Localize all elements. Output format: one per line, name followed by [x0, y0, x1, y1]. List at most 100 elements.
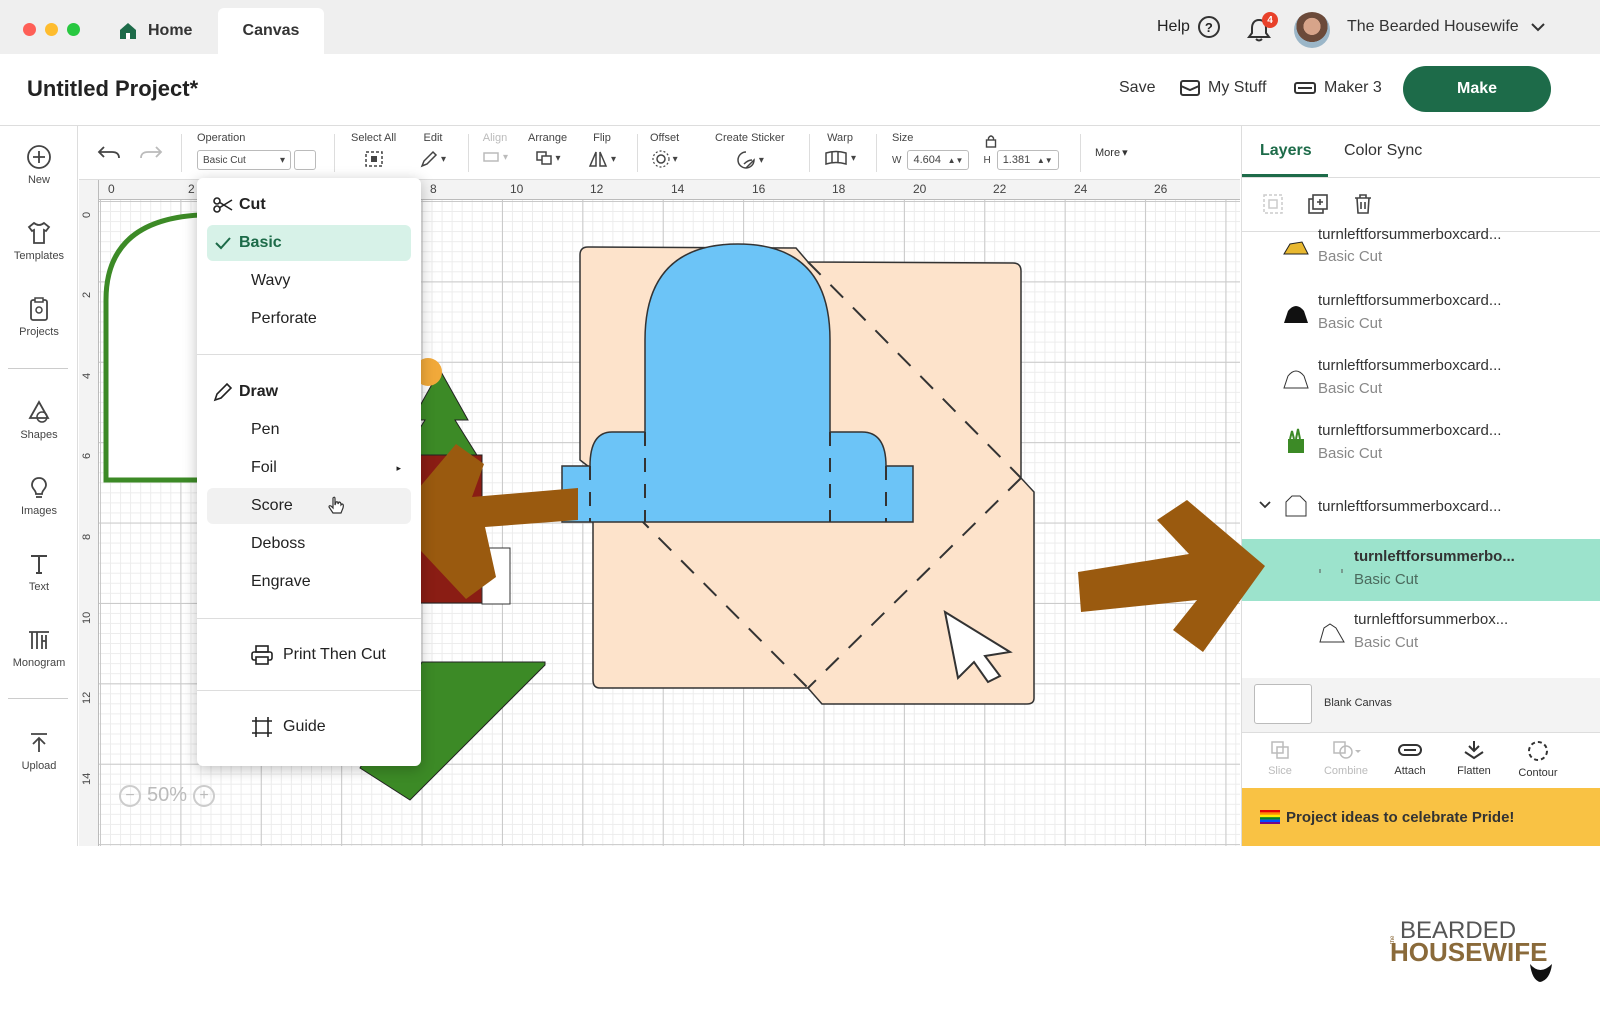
sidebar-item-monogram[interactable]: Monogram	[0, 627, 78, 669]
menu-item-label: Pen	[251, 421, 280, 438]
menu-item-print-then-cut[interactable]: Print Then Cut	[207, 637, 411, 673]
contour-label: Contour	[1518, 767, 1558, 779]
zoom-out-button[interactable]: −	[119, 784, 141, 807]
align-label: Align	[482, 132, 508, 144]
combine-button[interactable]: Combine	[1314, 739, 1378, 777]
menu-item-deboss[interactable]: Deboss	[207, 526, 411, 562]
width-label: W	[892, 154, 902, 166]
save-button[interactable]: Save	[1119, 79, 1155, 97]
flip-button[interactable]: Flip ▾	[588, 132, 616, 168]
ruler-label: 0	[108, 182, 115, 196]
close-window-button[interactable]	[23, 23, 36, 36]
attach-button[interactable]: Attach	[1378, 739, 1442, 777]
sidebar-item-shapes[interactable]: Shapes	[0, 399, 78, 441]
ruler-label: 14	[671, 182, 685, 196]
operation-select[interactable]: Basic Cut ▾	[197, 150, 291, 170]
make-button[interactable]: Make	[1403, 66, 1551, 112]
sidebar-item-images[interactable]: Images	[0, 475, 78, 517]
layer-row[interactable]: turnleftforsummerboxcard... Basic Cut	[1242, 224, 1600, 286]
account-menu[interactable]: The Bearded Housewife	[1347, 18, 1545, 36]
width-input[interactable]: 4.604 ▲▼	[907, 150, 970, 170]
caret-down-icon: ▾	[611, 153, 617, 165]
layer-name: turnleftforsummerboxcard...	[1318, 292, 1502, 309]
select-all-label: Select All	[351, 132, 397, 144]
flatten-icon	[1464, 741, 1484, 760]
zoom-in-button[interactable]: +	[193, 784, 216, 807]
lock-icon[interactable]	[985, 134, 997, 148]
sidebar-item-new[interactable]: New	[0, 144, 78, 186]
minimize-window-button[interactable]	[45, 23, 58, 36]
layer-row[interactable]: turnleftforsummerboxcard... Basic Cut	[1242, 419, 1600, 481]
layer-row[interactable]: turnleftforsummerboxcard... Basic Cut	[1242, 289, 1600, 351]
group-icon[interactable]	[1262, 193, 1284, 215]
upload-icon	[31, 733, 47, 752]
more-label: More	[1095, 146, 1121, 159]
caret-down-icon: ▾	[279, 154, 285, 166]
blank-canvas-row[interactable]: Blank Canvas	[1242, 678, 1600, 732]
promo-banner[interactable]: Project ideas to celebrate Pride!	[1242, 788, 1600, 846]
operation-color-swatch[interactable]	[294, 150, 316, 170]
pencil-icon	[420, 150, 438, 168]
trash-icon[interactable]	[1352, 193, 1374, 215]
tab-canvas[interactable]: Canvas	[218, 8, 324, 54]
menu-item-guide[interactable]: Guide	[207, 709, 411, 745]
caret-down-icon: ▾	[555, 152, 561, 164]
canvas-swatch[interactable]	[1254, 684, 1312, 724]
offset-button[interactable]: Offset ▾	[650, 132, 679, 168]
ruler-label: 14	[81, 772, 93, 785]
layer-row-selected[interactable]: turnleftforsummerbo... Basic Cut	[1242, 539, 1600, 601]
height-input[interactable]: 1.381 ▲▼	[996, 150, 1059, 170]
menu-item-perforate[interactable]: Perforate	[207, 301, 411, 337]
sidebar-item-text[interactable]: Text	[0, 551, 78, 593]
layer-thumbnail	[1285, 495, 1307, 517]
sidebar-divider	[8, 368, 68, 369]
menu-item-foil[interactable]: Foil ▸	[207, 450, 411, 486]
flatten-button[interactable]: Flatten	[1442, 739, 1506, 777]
menu-item-label: Perforate	[251, 310, 317, 327]
clipboard-icon	[30, 297, 48, 321]
warp-button[interactable]: Warp ▾	[824, 132, 856, 166]
menu-divider	[197, 354, 421, 355]
zoom-window-button[interactable]	[67, 23, 80, 36]
edit-button[interactable]: Edit ▾	[420, 132, 446, 168]
menu-item-score[interactable]: Score	[207, 488, 411, 524]
sidebar-item-label: Upload	[21, 760, 57, 772]
ruler-label: 2	[188, 182, 195, 196]
layer-row[interactable]: turnleftforsummerboxcard... Basic Cut	[1242, 354, 1600, 416]
select-all-button[interactable]: Select All	[351, 132, 396, 168]
sidebar-item-templates[interactable]: Templates	[0, 220, 78, 262]
machine-selector[interactable]: Maker 3	[1294, 79, 1382, 97]
caret-down-icon: ▾	[441, 153, 447, 165]
project-title[interactable]: Untitled Project*	[27, 76, 198, 102]
menu-item-engrave[interactable]: Engrave	[207, 564, 411, 600]
undo-icon[interactable]	[97, 144, 121, 164]
machine-label: Maker 3	[1324, 79, 1382, 96]
layer-row[interactable]: turnleftforsummerbox... Basic Cut	[1242, 606, 1600, 668]
slice-button[interactable]: Slice	[1248, 739, 1312, 777]
duplicate-icon[interactable]	[1307, 193, 1329, 215]
zoom-control: − 50% +	[119, 784, 216, 807]
menu-item-wavy[interactable]: Wavy	[207, 263, 411, 299]
menu-item-label: Foil	[251, 459, 277, 476]
sidebar-item-projects[interactable]: Projects	[0, 296, 78, 338]
more-button[interactable]: More ▾	[1095, 146, 1128, 160]
my-stuff-button[interactable]: My Stuff	[1180, 79, 1266, 97]
menu-item-pen[interactable]: Pen	[207, 412, 411, 448]
redo-icon[interactable]	[139, 144, 163, 164]
align-button[interactable]: Align ▾	[482, 132, 508, 164]
tab-color-sync[interactable]: Color Sync	[1344, 142, 1422, 160]
ruler-label: 20	[913, 182, 927, 196]
tab-home[interactable]: Home	[118, 8, 192, 54]
avatar[interactable]	[1294, 12, 1330, 48]
create-sticker-button[interactable]: Create Sticker ▾	[715, 132, 785, 170]
layer-group-row[interactable]: turnleftforsummerboxcard...	[1242, 484, 1600, 534]
size-label: Size	[892, 132, 914, 144]
ruler-label: 26	[1154, 182, 1168, 196]
arrange-button[interactable]: Arrange ▾	[528, 132, 567, 166]
tab-layers[interactable]: Layers	[1260, 142, 1312, 160]
sticker-icon	[737, 151, 755, 169]
menu-item-basic[interactable]: Basic	[207, 225, 411, 261]
contour-button[interactable]: Contour	[1506, 739, 1570, 779]
sidebar-item-upload[interactable]: Upload	[0, 730, 78, 772]
help-button[interactable]: Help ?	[1157, 16, 1220, 38]
